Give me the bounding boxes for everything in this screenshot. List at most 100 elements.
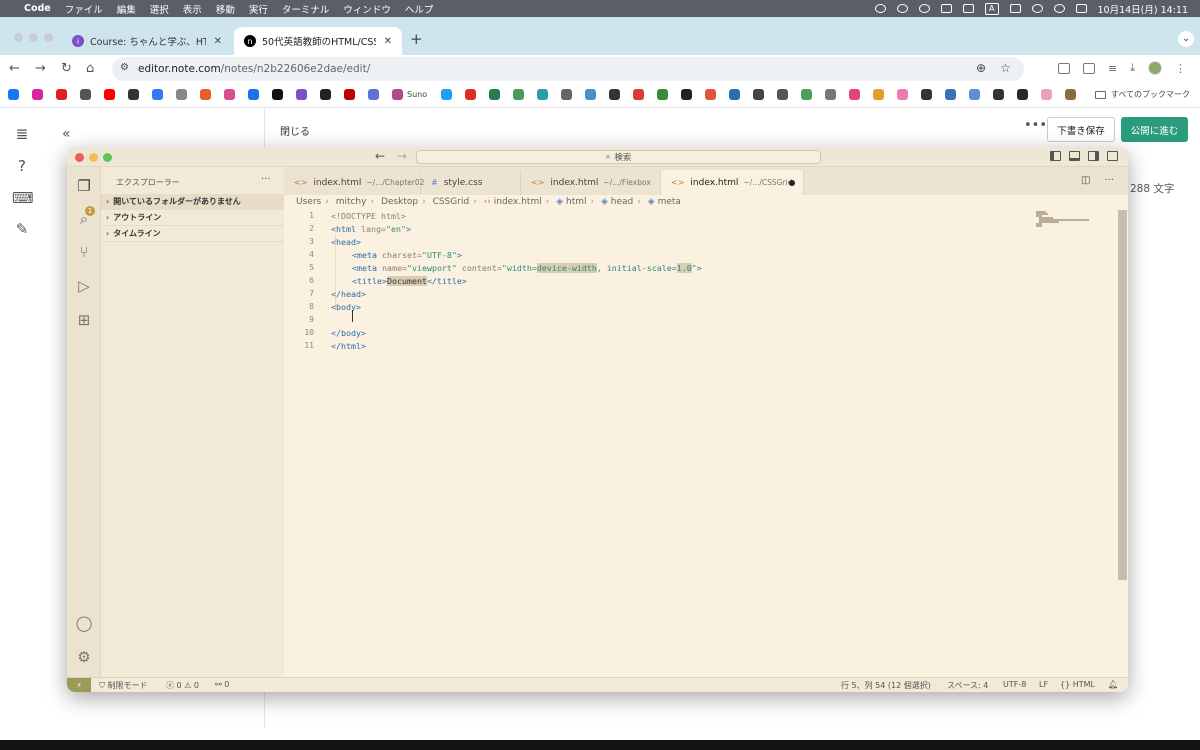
accounts-icon[interactable]: ◯ (74, 614, 94, 634)
menu-list-icon[interactable]: ≣ (12, 125, 32, 145)
remote-indicator-icon[interactable]: ⚡ (67, 678, 91, 692)
window-minimize-button[interactable] (89, 153, 98, 162)
menu-item[interactable]: 選択 (150, 2, 169, 16)
source-control-icon[interactable]: ⑂ (74, 243, 94, 263)
back-arrow-icon[interactable]: ← (9, 61, 20, 76)
settings-gear-icon[interactable]: ⚙ (74, 648, 94, 668)
heart-bookmark-icon[interactable] (897, 89, 909, 100)
notifications-bell-icon[interactable]: 🔔︎ (1108, 680, 1118, 689)
forward-arrow-icon[interactable]: → (35, 61, 46, 76)
input-source-icon[interactable]: A (985, 2, 999, 15)
toggle-panel-icon[interactable] (1069, 151, 1080, 161)
menu-item[interactable]: 実行 (249, 2, 268, 16)
window-minimize-button[interactable] (29, 33, 38, 42)
collapse-sidebar-icon[interactable]: « (62, 126, 71, 142)
twitter-bookmark-icon[interactable] (441, 89, 453, 100)
menu-item[interactable]: ウィンドウ (343, 2, 391, 16)
section-timeline[interactable]: › タイムライン (101, 226, 284, 242)
cursor-position[interactable]: 行 5、列 54 (12 個選択) (841, 680, 931, 691)
menu-item[interactable]: 移動 (216, 2, 235, 16)
tab-search-chevron-icon[interactable]: ⌄ (1178, 31, 1194, 47)
bookmark-icon[interactable] (224, 89, 235, 100)
creative-cloud-icon[interactable] (897, 4, 909, 13)
help-icon[interactable]: ? (12, 157, 32, 177)
app-menu[interactable]: Code (24, 3, 51, 14)
bookmark-icon[interactable] (969, 89, 981, 100)
instagram-bookmark-icon[interactable] (32, 89, 43, 100)
split-editor-icon[interactable]: ◫ (1081, 175, 1090, 186)
amazon-bookmark-icon[interactable] (320, 89, 331, 100)
bookmark-icon[interactable] (753, 89, 765, 100)
breadcrumb-item[interactable]: CSSGrid (433, 197, 470, 207)
magic-wand-icon[interactable]: ✎ (12, 220, 32, 240)
breadcrumb-item[interactable]: meta (658, 197, 681, 207)
bookmark-icon[interactable] (368, 89, 379, 100)
unsaved-dot-icon[interactable] (789, 180, 795, 186)
bookmark-icon[interactable] (176, 89, 187, 100)
gmail-bookmark-icon[interactable] (465, 89, 477, 100)
download-icon[interactable]: ⤓ (1130, 61, 1135, 75)
toggle-secondary-sidebar-icon[interactable] (1088, 151, 1099, 161)
menu-item[interactable]: ファイル (65, 2, 103, 16)
save-draft-button[interactable]: 下書き保存 (1047, 117, 1115, 142)
bookmark-icon[interactable] (705, 89, 717, 100)
google-bookmark-icon[interactable] (248, 89, 259, 100)
bookmark-icon[interactable] (849, 89, 861, 100)
bookmark-icon[interactable] (537, 89, 549, 100)
reading-list-icon[interactable]: ≡ (1108, 62, 1117, 75)
browser-tab[interactable]: i Course: ちゃんと学ぶ、HTML/CSS ✕ (62, 27, 232, 55)
bookmark-icon[interactable] (825, 89, 837, 100)
breadcrumb-item[interactable]: mitchy (336, 197, 367, 207)
ports-status[interactable]: ⚯ 0 (215, 680, 229, 689)
bluetooth-icon[interactable] (963, 4, 975, 13)
wifi-icon[interactable] (1031, 4, 1043, 13)
menu-item[interactable]: ターミナル (282, 2, 330, 16)
bookmark-icon[interactable] (489, 89, 501, 100)
volume-icon[interactable] (941, 4, 953, 13)
customize-layout-icon[interactable] (1107, 151, 1118, 161)
language-mode[interactable]: {} HTML (1060, 680, 1095, 689)
bookmark-icon[interactable] (729, 89, 741, 100)
rakuten-bookmark-icon[interactable] (344, 89, 355, 100)
editor-scrollbar[interactable] (1118, 210, 1127, 580)
yahoo-bookmark-icon[interactable] (56, 89, 67, 100)
run-debug-icon[interactable]: ▷ (74, 277, 94, 297)
control-center-icon[interactable] (1075, 4, 1087, 13)
camera-bookmark-icon[interactable] (561, 89, 573, 100)
clock[interactable]: 10月14日(月) 14:11 (1098, 2, 1189, 16)
command-center-search[interactable]: ⌕ 検索 (416, 150, 821, 164)
bookmark-icon[interactable] (513, 89, 525, 100)
breadcrumb-item[interactable]: index.html (494, 197, 542, 207)
battery-icon[interactable] (1009, 4, 1021, 13)
breadcrumb-item[interactable]: html (566, 197, 587, 207)
zoom-icon[interactable]: ⊕ (976, 61, 986, 75)
window-close-button[interactable] (75, 153, 84, 162)
profile-avatar[interactable] (1148, 61, 1162, 75)
bookmarks-overflow-icon[interactable]: » (1069, 89, 1075, 99)
site-info-icon[interactable]: ⚙ (120, 62, 129, 73)
back-arrow-icon[interactable]: ← (375, 149, 385, 163)
new-tab-button[interactable]: + (410, 30, 423, 48)
window-close-button[interactable] (14, 33, 23, 42)
indentation-status[interactable]: スペース: 4 (947, 680, 988, 691)
reload-icon[interactable]: ↻ (61, 61, 72, 76)
home-icon[interactable]: ⌂ (86, 61, 94, 76)
browser-tab-active[interactable]: n 50代英語教師のHTML/CSS + Ja ✕ (234, 27, 402, 55)
editor-tab-active[interactable]: <> index.html ~/.../CSSGrid (661, 170, 804, 195)
cloud-icon[interactable] (875, 4, 887, 13)
bookmark-label[interactable]: Suno (407, 90, 427, 99)
app-status-icon[interactable] (919, 4, 931, 13)
breadcrumb-item[interactable]: Desktop (381, 197, 418, 207)
keyboard-icon[interactable]: ⌨ (12, 189, 34, 209)
editor-tab[interactable]: <> index.html ~/.../Chapter02 (284, 170, 424, 195)
problems-status[interactable]: ⓧ 0 ⚠ 0 (166, 680, 199, 691)
extensions-icon[interactable]: ⊞ (74, 311, 94, 331)
tab-close-icon[interactable]: ✕ (214, 36, 222, 47)
github-bookmark-icon[interactable] (1017, 89, 1029, 100)
restricted-mode-status[interactable]: ⛉ 制限モード (99, 680, 148, 691)
bookmark-star-icon[interactable]: ☆ (1000, 61, 1011, 75)
publish-button[interactable]: 公開に進む (1121, 117, 1188, 142)
bookmark-icon[interactable] (80, 89, 91, 100)
minimap[interactable] (1036, 210, 1100, 230)
search-icon[interactable]: ⌕ (74, 210, 94, 230)
